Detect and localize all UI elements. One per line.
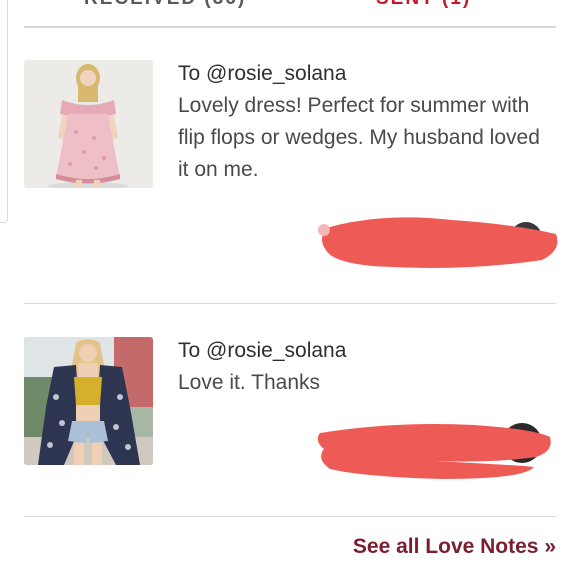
redaction-mark: [318, 217, 558, 268]
product-thumbnail[interactable]: [24, 60, 153, 188]
see-all-love-notes-link[interactable]: See all Love Notes »: [353, 535, 556, 559]
note-recipient[interactable]: To @rosie_solana: [178, 62, 556, 86]
love-note: To @rosie_solana Lovely dress! Perfect f…: [24, 60, 558, 304]
note-recipient[interactable]: To @rosie_solana: [178, 339, 556, 363]
tab-sent[interactable]: SENT (1): [376, 0, 471, 10]
product-thumbnail[interactable]: [24, 337, 153, 465]
love-note: To @rosie_solana Love it. Thanks: [24, 337, 556, 517]
tab-received[interactable]: RECEIVED (36): [84, 0, 246, 10]
tabs-bar: RECEIVED (36) SENT (1): [24, 0, 556, 28]
note-message: Lovely dress! Perfect for summer with fl…: [178, 94, 540, 181]
note-message: Love it. Thanks: [178, 371, 321, 394]
redaction-mark: [317, 423, 551, 479]
side-panel-edge: [0, 0, 8, 223]
